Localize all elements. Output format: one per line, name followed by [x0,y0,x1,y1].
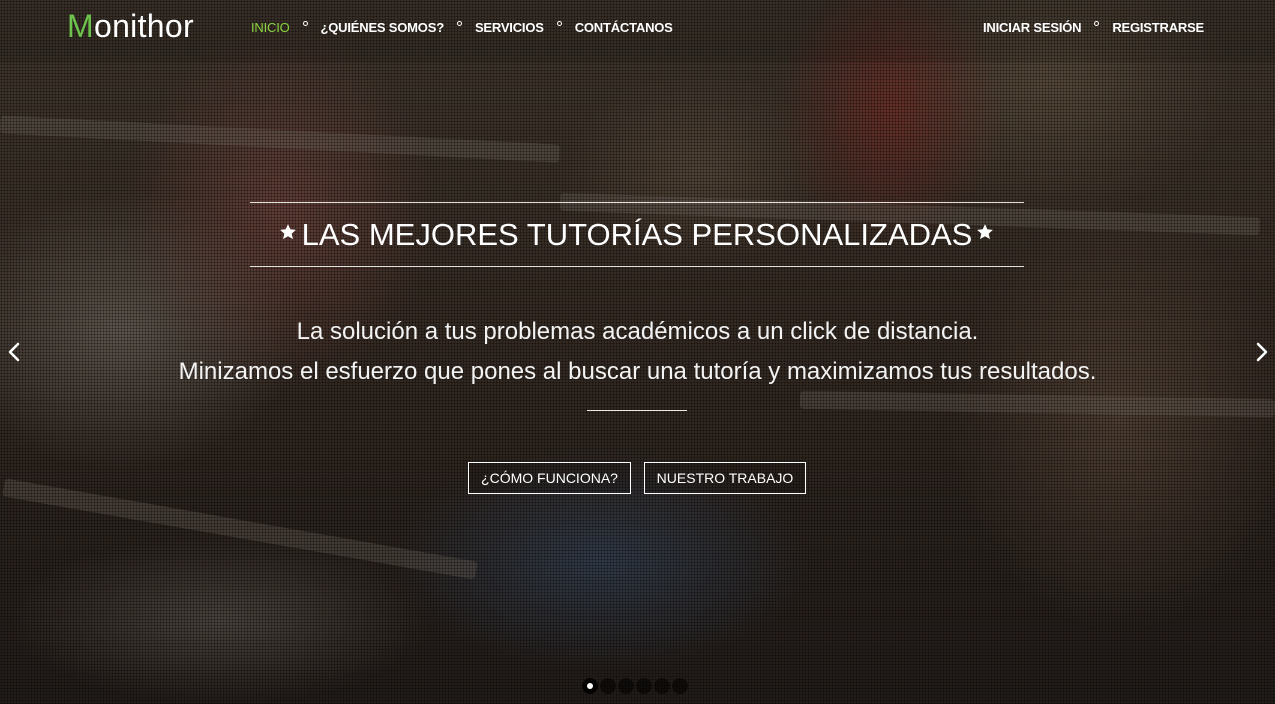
nav-separator-dot [456,21,462,26]
carousel-dot-6[interactable] [672,677,688,694]
nav-item-quienes-somos[interactable]: ¿QUIÉNES SOMOS? [321,19,445,36]
top-navigation-bar: Monithor INICIO ¿QUIÉNES SOMOS? SERVICIO… [0,0,1275,63]
chevron-left-icon [8,342,20,362]
nav-separator-dot [302,21,308,26]
headline-frame: LAS MEJORES TUTORÍAS PERSONALIZADAS [250,202,1024,267]
carousel-dot-5[interactable] [654,677,670,694]
logo-text: onithor [93,8,194,44]
main-menu: INICIO ¿QUIÉNES SOMOS? SERVICIOS CONTÁCT… [251,19,673,36]
our-work-button[interactable]: NUESTRO TRABAJO [644,462,806,494]
hero-subtitle-line-2: Minizamos el esfuerzo que pones al busca… [178,358,1097,385]
login-link[interactable]: INICIAR SESIÓN [983,19,1082,36]
how-it-works-button[interactable]: ¿CÓMO FUNCIONA? [468,462,631,494]
logo-initial: M [67,8,94,44]
site-logo[interactable]: Monithor [67,8,194,45]
register-link[interactable]: REGISTRARSE [1112,19,1204,36]
carousel-dot-4[interactable] [636,677,652,694]
hero-subtitle-line-1: La solución a tus problemas académicos a… [296,318,979,345]
auth-menu: INICIAR SESIÓN REGISTRARSE [983,19,1204,36]
carousel-pagination [582,677,690,694]
chevron-right-icon [1256,342,1268,362]
nav-separator-dot [1094,21,1100,26]
carousel-prev-button[interactable] [4,340,24,364]
hero-dot-overlay [0,0,1275,704]
carousel-dot-3[interactable] [618,677,634,694]
hero-divider [587,410,687,411]
carousel-next-button[interactable] [1252,340,1272,364]
star-icon [977,224,993,240]
nav-item-contactanos[interactable]: CONTÁCTANOS [575,19,673,36]
hero-headline: LAS MEJORES TUTORÍAS PERSONALIZADAS [301,217,973,252]
nav-item-inicio[interactable]: INICIO [251,19,290,36]
carousel-dot-1[interactable] [582,677,598,694]
carousel-dot-2[interactable] [600,677,616,694]
nav-separator-dot [556,21,562,26]
nav-item-servicios[interactable]: SERVICIOS [475,19,544,36]
